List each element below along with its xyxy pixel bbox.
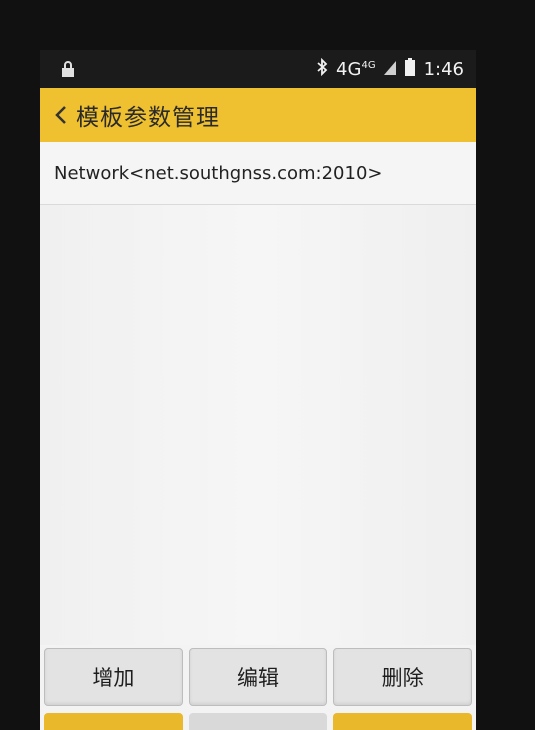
template-list: Network<net.southgnss.com:2010> bbox=[40, 142, 476, 205]
lock-icon bbox=[60, 60, 76, 78]
edit-button[interactable]: 编辑 bbox=[188, 648, 328, 706]
add-button-label: 增加 bbox=[92, 666, 135, 690]
clock: 1:46 bbox=[423, 58, 464, 80]
network-label: 4G4G bbox=[336, 58, 376, 80]
page-title: 模板参数管理 bbox=[76, 105, 220, 131]
list-item-label: Network<net.southgnss.com:2010> bbox=[54, 162, 383, 184]
add-button[interactable]: 增加 bbox=[44, 648, 183, 706]
back-chevron-icon[interactable] bbox=[50, 88, 72, 142]
phone-frame: 4G4G 1:46 模板参数管理 Network<net.southgnss.c… bbox=[0, 0, 535, 730]
bottom-button-left[interactable] bbox=[44, 713, 183, 730]
status-bar: 4G4G 1:46 bbox=[40, 50, 476, 88]
network-sup: 4G bbox=[361, 59, 376, 71]
action-bar: 增加 编辑 删除 bbox=[40, 648, 476, 710]
edit-button-label: 编辑 bbox=[237, 666, 279, 690]
bottom-button-right[interactable] bbox=[333, 713, 473, 730]
delete-button[interactable]: 删除 bbox=[333, 648, 473, 706]
status-icons: 4G4G 1:46 bbox=[316, 56, 464, 82]
app-bar: 模板参数管理 bbox=[40, 88, 476, 142]
bluetooth-icon bbox=[316, 57, 328, 81]
bottom-button-middle[interactable] bbox=[188, 713, 328, 730]
signal-icon bbox=[383, 59, 396, 80]
empty-list-area bbox=[40, 205, 476, 645]
delete-button-label: 删除 bbox=[381, 666, 424, 690]
list-item[interactable]: Network<net.southgnss.com:2010> bbox=[40, 142, 476, 205]
bottom-button-row bbox=[40, 713, 476, 730]
battery-icon bbox=[404, 57, 416, 81]
app-screen: 4G4G 1:46 模板参数管理 Network<net.southgnss.c… bbox=[40, 50, 476, 730]
